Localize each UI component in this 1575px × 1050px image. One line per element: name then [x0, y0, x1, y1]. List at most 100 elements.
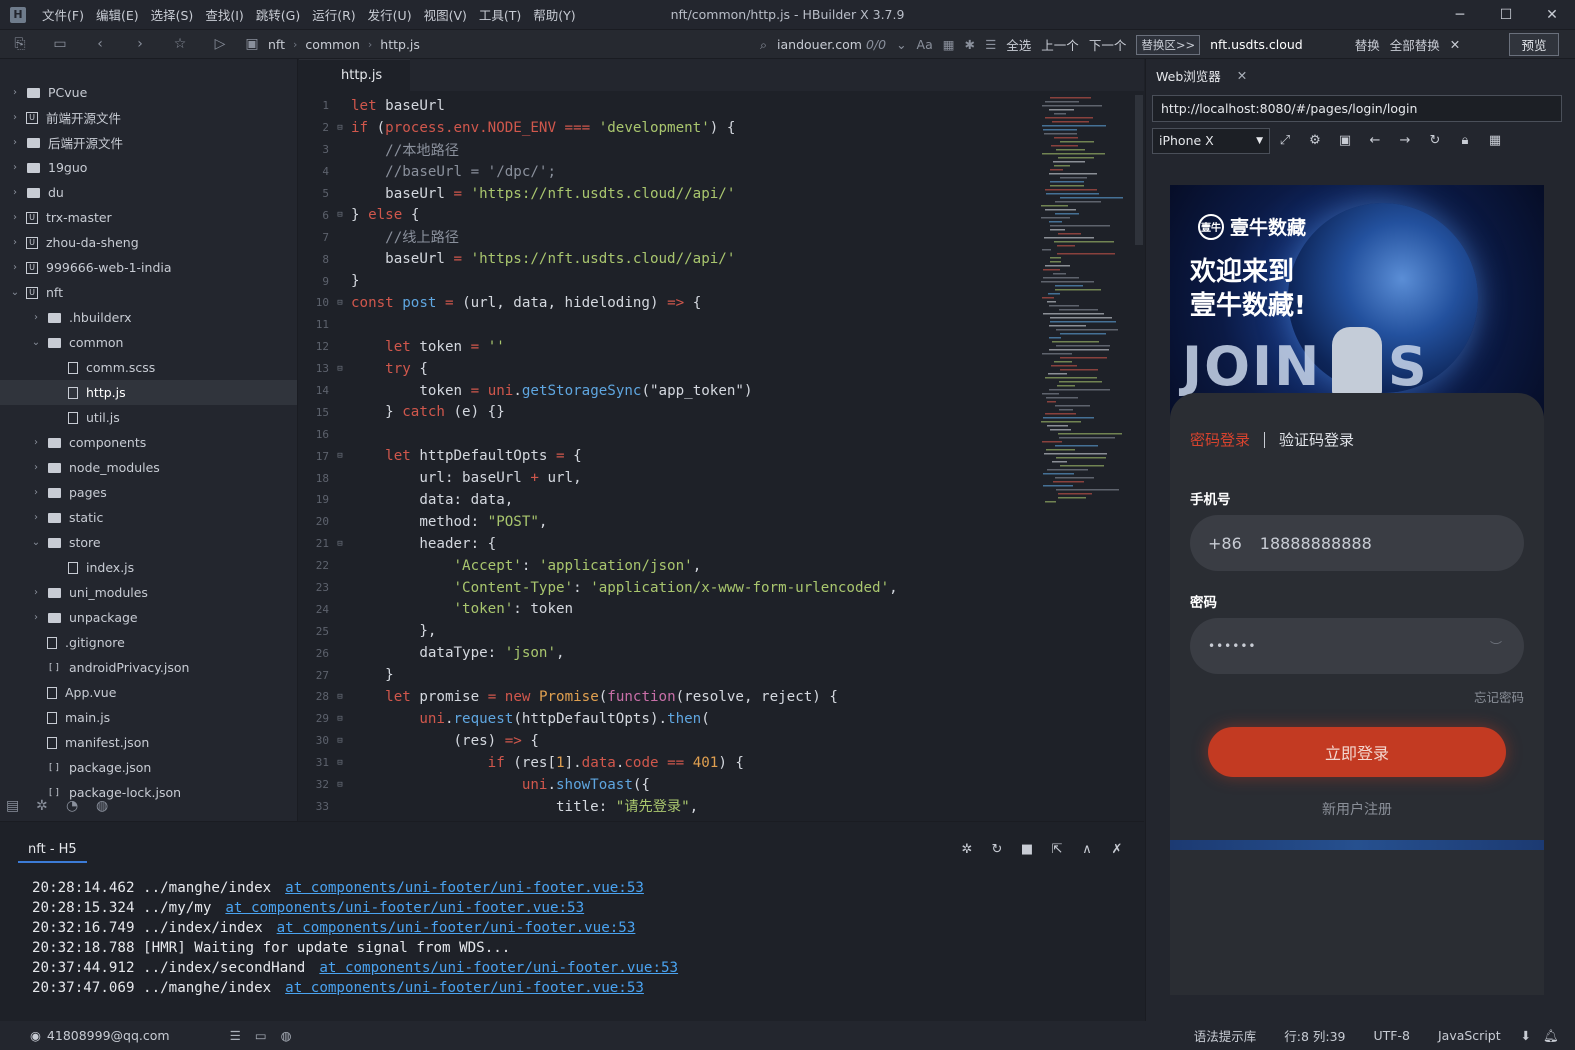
fold-toggle-icon[interactable]: ⊟: [333, 714, 347, 724]
tree-item[interactable]: › U 前端开源文件: [0, 105, 297, 130]
clear-icon[interactable]: ✗: [1102, 842, 1132, 857]
code-line[interactable]: 17 ⊟ let httpDefaultOpts = {: [299, 445, 1144, 467]
chevron-down-icon[interactable]: ⌄: [29, 537, 43, 548]
tree-item[interactable]: comm.scss: [0, 355, 297, 380]
code-line[interactable]: 10 ⊟ const post = (url, data, hideloding) …: [299, 292, 1144, 314]
tree-item[interactable]: › .hbuilderx: [0, 305, 297, 330]
url-input[interactable]: http://localhost:8080/#/pages/login/logi…: [1152, 95, 1562, 122]
chevron-right-icon[interactable]: ›: [29, 312, 43, 323]
tree-item[interactable]: › node_modules: [0, 455, 297, 480]
code-line[interactable]: 29 ⊟ uni.request(httpDefaultOpts).then(: [299, 708, 1144, 730]
close-tab-icon[interactable]: ✕: [1237, 68, 1247, 83]
tree-item[interactable]: › pages: [0, 480, 297, 505]
log-source-link[interactable]: at components/uni-footer/uni-footer.vue:…: [319, 960, 678, 976]
tree-item[interactable]: › PCvue: [0, 80, 297, 105]
minimap[interactable]: [1039, 95, 1134, 515]
code-line[interactable]: 30 ⊟ (res) => {: [299, 730, 1144, 752]
tree-item[interactable]: manifest.json: [0, 730, 297, 755]
download-icon[interactable]: ⬇: [1515, 1028, 1537, 1043]
language-mode[interactable]: JavaScript: [1424, 1028, 1515, 1043]
preview-button[interactable]: 预览: [1509, 33, 1559, 56]
fold-toggle-icon[interactable]: ⊟: [333, 780, 347, 790]
menu-item[interactable]: 视图(V): [418, 0, 473, 30]
whole-word-icon[interactable]: ▦: [943, 37, 955, 52]
select-all-button[interactable]: 全选: [1006, 35, 1031, 54]
chevron-right-icon[interactable]: ›: [29, 487, 43, 498]
code-line[interactable]: 26 dataType: 'json',: [299, 642, 1144, 664]
code-line[interactable]: 28 ⊟ let promise = new Promise(function(r…: [299, 686, 1144, 708]
replace-button[interactable]: 替换: [1355, 35, 1380, 54]
code-line[interactable]: 1 let baseUrl: [299, 95, 1144, 117]
tree-item[interactable]: http.js: [0, 380, 297, 405]
code-line[interactable]: 27 }: [299, 664, 1144, 686]
tree-item[interactable]: [ ] androidPrivacy.json: [0, 655, 297, 680]
chevron-right-icon[interactable]: ›: [8, 212, 22, 223]
chevron-right-icon[interactable]: ›: [8, 87, 22, 98]
chevron-right-icon[interactable]: ›: [29, 612, 43, 623]
close-find-icon[interactable]: ✕: [1450, 37, 1460, 52]
eye-closed-icon[interactable]: ︶: [1490, 638, 1502, 655]
regex-icon[interactable]: ✱: [965, 37, 975, 52]
close-window-icon[interactable]: ✕: [1529, 0, 1575, 30]
fold-toggle-icon[interactable]: ⊟: [333, 210, 347, 220]
plugins-icon[interactable]: ◍: [96, 798, 126, 814]
back-arrow-icon[interactable]: ←: [1360, 133, 1390, 148]
lock-icon[interactable]: 🔒︎: [1450, 133, 1480, 148]
menu-item[interactable]: 发行(U): [362, 0, 418, 30]
tree-item[interactable]: › unpackage: [0, 605, 297, 630]
collapse-up-icon[interactable]: ∧: [1072, 842, 1102, 857]
phone-field[interactable]: +86 18888888888: [1190, 515, 1524, 571]
code-line[interactable]: 4 //baseUrl = '/dpc/';: [299, 161, 1144, 183]
menu-item[interactable]: 编辑(E): [90, 0, 145, 30]
menu-item[interactable]: 选择(S): [145, 0, 200, 30]
breadcrumb-item[interactable]: http.js: [376, 37, 424, 52]
find-next-button[interactable]: 下一个: [1089, 35, 1127, 54]
fold-toggle-icon[interactable]: ⊟: [333, 758, 347, 768]
code-line[interactable]: 3 //本地路径: [299, 139, 1144, 161]
replace-all-button[interactable]: 全部替换: [1390, 35, 1440, 54]
forward-arrow-icon[interactable]: →: [1390, 133, 1420, 148]
favorite-star-icon[interactable]: ☆: [160, 30, 200, 59]
tree-item[interactable]: ⌄ Unft: [0, 280, 297, 305]
code-line[interactable]: 23 'Content-Type': 'application/x-www-fo…: [299, 577, 1144, 599]
code-line[interactable]: 6 ⊟} else {: [299, 204, 1144, 226]
terminal-icon[interactable]: ▭: [255, 1028, 267, 1043]
tree-item[interactable]: index.js: [0, 555, 297, 580]
tree-item[interactable]: › components: [0, 430, 297, 455]
chevron-down-icon[interactable]: ⌄: [29, 337, 43, 348]
chevron-right-icon[interactable]: ›: [29, 587, 43, 598]
tree-item[interactable]: › Uzhou-da-sheng: [0, 230, 297, 255]
fold-toggle-icon[interactable]: ⊟: [333, 451, 347, 461]
save-icon[interactable]: ▭: [40, 30, 80, 59]
log-source-link[interactable]: at components/uni-footer/uni-footer.vue:…: [225, 900, 584, 916]
fold-toggle-icon[interactable]: ⊟: [333, 539, 347, 549]
in-selection-icon[interactable]: ☰: [985, 37, 996, 52]
settings-gear-icon[interactable]: ⚙: [1300, 133, 1330, 148]
code-line[interactable]: 21 ⊟ header: {: [299, 533, 1144, 555]
tab-code-login[interactable]: 验证码登录: [1279, 429, 1354, 450]
grammar-library[interactable]: 语法提示库: [1180, 1026, 1271, 1045]
log-source-link[interactable]: at components/uni-footer/uni-footer.vue:…: [285, 880, 644, 896]
code-line[interactable]: 14 token = uni.getStorageSync("app_token…: [299, 380, 1144, 402]
rotate-icon[interactable]: ⤢: [1270, 133, 1300, 148]
tree-item[interactable]: › uni_modules: [0, 580, 297, 605]
match-case-toggle[interactable]: Aa: [917, 37, 933, 52]
tree-item[interactable]: ⌄ store: [0, 530, 297, 555]
tree-item[interactable]: › 后端开源文件: [0, 130, 297, 155]
chevron-right-icon[interactable]: ›: [8, 137, 22, 148]
log-source-link[interactable]: at components/uni-footer/uni-footer.vue:…: [277, 920, 636, 936]
editor-tab[interactable]: http.js: [299, 59, 411, 91]
replace-input[interactable]: nft.usdts.cloud: [1210, 37, 1303, 52]
chevron-right-icon[interactable]: ›: [8, 162, 22, 173]
chevron-right-icon[interactable]: ›: [29, 437, 43, 448]
stop-icon[interactable]: ■: [1012, 842, 1042, 857]
file-encoding[interactable]: UTF-8: [1360, 1028, 1424, 1043]
replace-toggle[interactable]: 替换区>>: [1136, 34, 1201, 55]
debug-bug-icon[interactable]: ✲: [952, 842, 982, 857]
code-line[interactable]: 32 ⊟ uni.showToast({: [299, 774, 1144, 796]
chevron-right-icon[interactable]: ›: [8, 187, 22, 198]
chevron-right-icon[interactable]: ›: [8, 237, 22, 248]
browser-tab[interactable]: Web浏览器 ✕: [1146, 59, 1575, 91]
find-input[interactable]: iandouer.com: [777, 37, 862, 52]
browser-icon[interactable]: ◍: [281, 1028, 292, 1043]
